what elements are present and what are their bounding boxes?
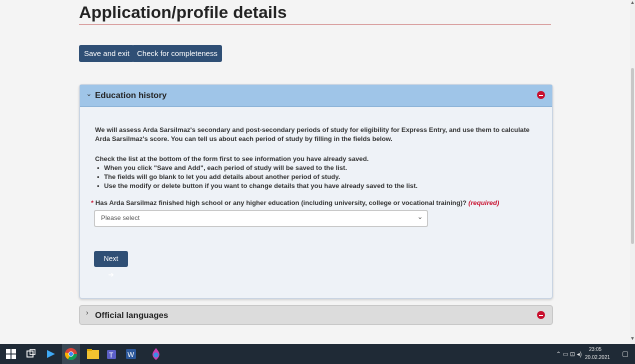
- page-title: Application/profile details: [79, 3, 287, 22]
- education-question-label: * Has Arda Sarsilmaz finished high schoo…: [91, 200, 499, 207]
- collapse-icon[interactable]: [537, 91, 545, 99]
- scrollbar-thumb[interactable]: [631, 68, 634, 244]
- title-divider: [79, 24, 551, 25]
- education-history-header[interactable]: ⌄ Education history: [80, 85, 552, 107]
- windows-start-icon[interactable]: [6, 349, 16, 359]
- tray-icons[interactable]: ⌃ ▭ ⊡ ◂): [556, 351, 582, 358]
- list-item: Use the modify or delete button if you w…: [97, 183, 418, 190]
- education-select[interactable]: Please select ⌄: [94, 210, 428, 227]
- teams-icon[interactable]: T: [106, 348, 118, 360]
- clock-date: 20.02.2021: [585, 355, 611, 361]
- file-explorer-icon[interactable]: [87, 349, 99, 359]
- required-marker: *: [91, 200, 94, 207]
- page: Application/profile details Save and exi…: [0, 0, 635, 344]
- check-list-text: Check the list at the bottom of the form…: [95, 156, 369, 163]
- select-value: Please select: [101, 215, 140, 222]
- check-completeness-button[interactable]: Check for completeness: [132, 45, 223, 62]
- edge-icon[interactable]: [150, 348, 162, 360]
- notification-icon[interactable]: ▢: [622, 350, 629, 358]
- clock-time: 23:05: [589, 347, 602, 353]
- chevron-down-icon: ⌄: [417, 214, 423, 221]
- collapse-icon[interactable]: [537, 311, 545, 319]
- scroll-down-icon[interactable]: ▼: [630, 336, 635, 342]
- word-icon[interactable]: W: [125, 348, 137, 360]
- save-and-exit-button[interactable]: Save and exit: [79, 45, 135, 62]
- official-languages-panel[interactable]: › Official languages: [79, 305, 553, 325]
- chrome-icon[interactable]: [65, 348, 77, 360]
- list-item: When you click "Save and Add", each peri…: [97, 165, 347, 172]
- svg-text:T: T: [109, 353, 114, 360]
- intro-text-line-2: Arda Sarsilmaz's score. You can tell us …: [95, 136, 393, 143]
- education-history-title: Education history: [95, 90, 167, 100]
- education-history-panel: ⌄ Education history We will assess Arda …: [79, 84, 553, 299]
- list-item: The fields will go blank to let you add …: [97, 174, 340, 181]
- official-languages-title: Official languages: [95, 310, 169, 320]
- required-text: (required): [468, 200, 500, 207]
- chevron-down-icon: ⌄: [86, 91, 92, 98]
- taskbar: T W ⌃ ▭ ⊡ ◂) 23:05 20.02.2021 ▢: [0, 344, 635, 364]
- svg-text:W: W: [128, 352, 135, 359]
- question-text: Has Arda Sarsilmaz finished high school …: [95, 200, 467, 207]
- blue-app-icon[interactable]: [45, 348, 57, 360]
- task-view-icon[interactable]: [26, 349, 36, 359]
- scroll-up-icon[interactable]: ▲: [630, 0, 635, 6]
- chevron-right-icon: ›: [86, 310, 89, 317]
- intro-text-line-1: We will assess Arda Sarsilmaz's secondar…: [95, 127, 530, 134]
- next-button[interactable]: Next ➜: [94, 251, 128, 279]
